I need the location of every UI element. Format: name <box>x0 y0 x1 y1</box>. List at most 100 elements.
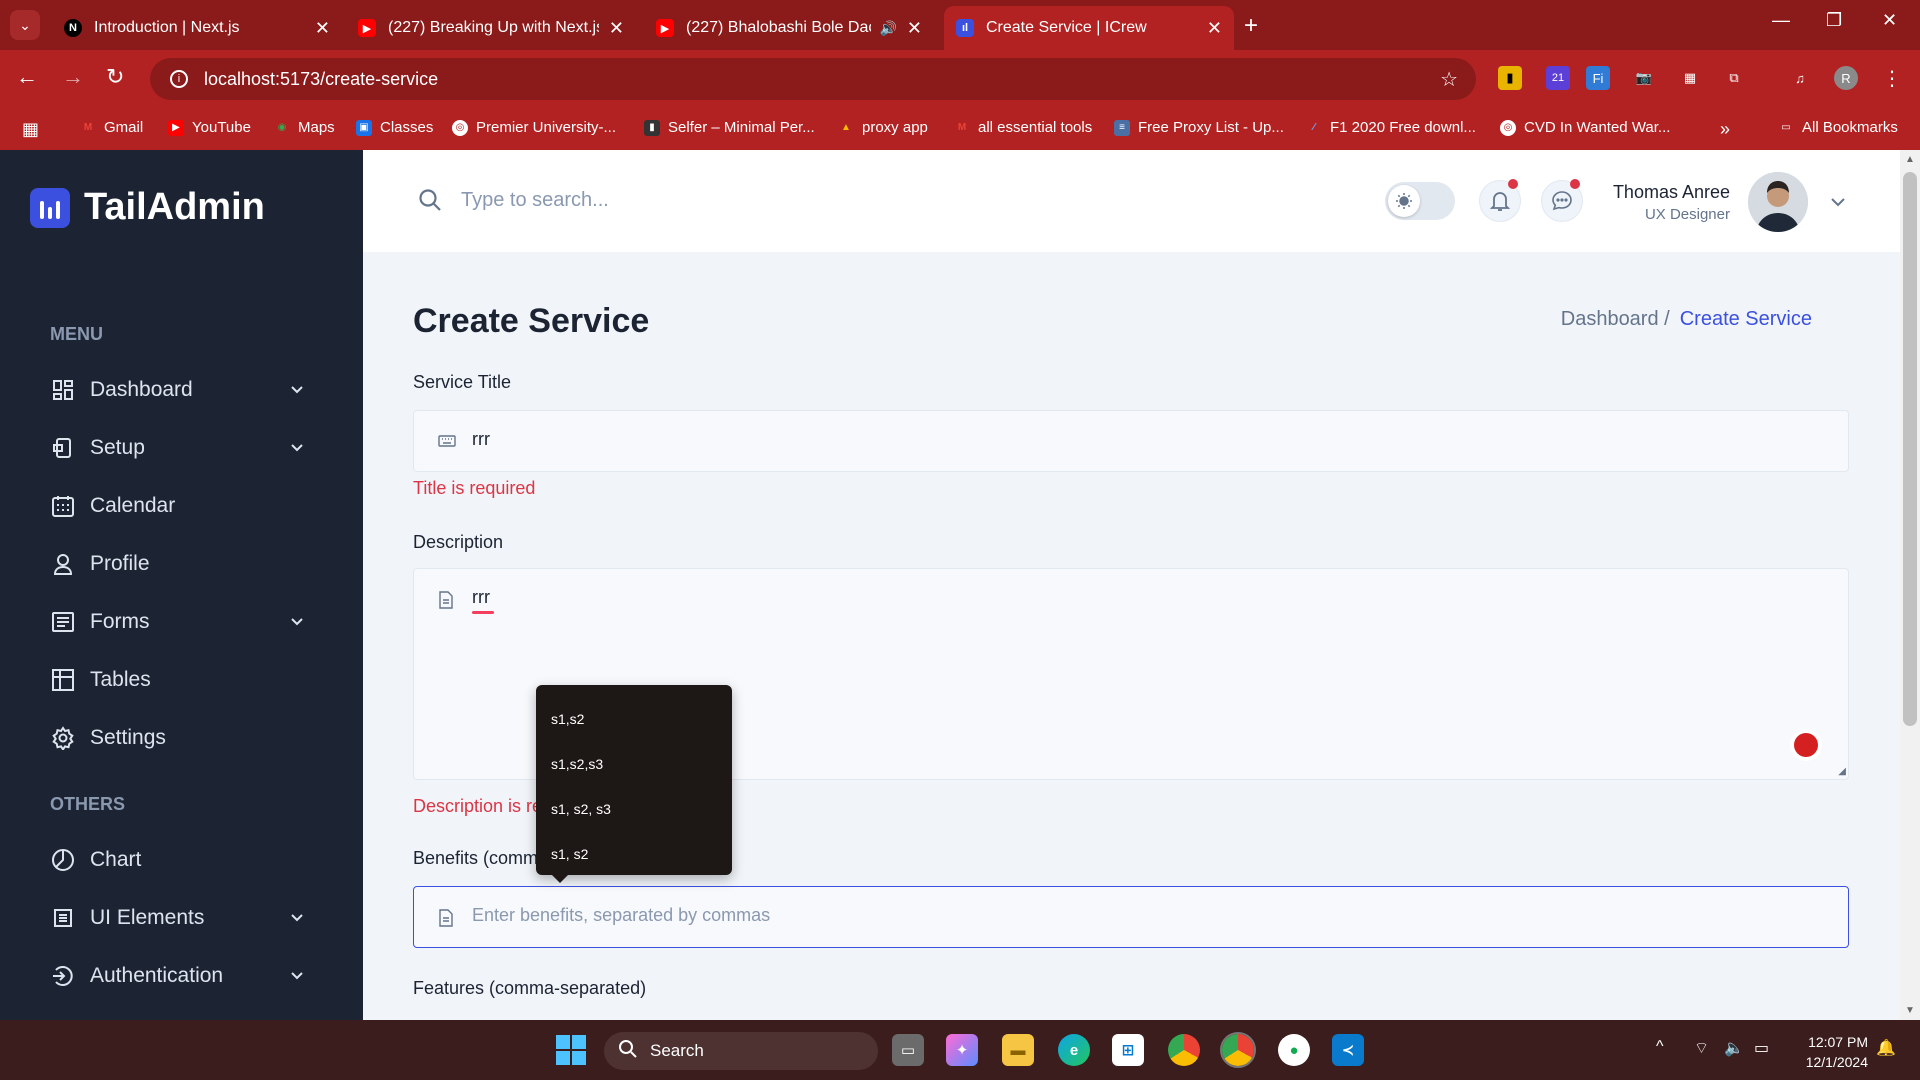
chevron-up-icon[interactable]: ^ <box>1656 1038 1664 1056</box>
youtube-favicon-icon: ▶ <box>358 19 376 37</box>
sidebar-item-tables[interactable]: Tables <box>50 660 314 700</box>
bookmark-youtube[interactable]: ▶ YouTube <box>168 119 251 136</box>
dark-mode-toggle[interactable] <box>1385 182 1455 220</box>
extension-2-icon[interactable]: 21 <box>1546 66 1570 90</box>
youtube-favicon-icon: ▶ <box>656 19 674 37</box>
breadcrumb-dashboard-link[interactable]: Dashboard / <box>1561 308 1670 330</box>
scroll-down-icon[interactable]: ▼ <box>1905 1005 1915 1016</box>
forward-icon[interactable]: → <box>62 64 84 90</box>
store-icon[interactable]: ⊞ <box>1112 1034 1144 1066</box>
sidebar-item-ui-elements[interactable]: UI Elements <box>50 898 314 938</box>
chrome-icon[interactable] <box>1168 1034 1200 1066</box>
chevron-down-icon <box>288 438 306 462</box>
taskbar-search[interactable]: Search <box>604 1032 878 1070</box>
edge-icon[interactable]: e <box>1058 1034 1090 1066</box>
all-bookmarks-button[interactable]: ▭ All Bookmarks <box>1778 119 1898 136</box>
tab-search-button[interactable]: ⌄ <box>10 10 40 40</box>
address-bar[interactable]: i localhost:5173/create-service ☆ <box>150 58 1476 100</box>
file-explorer-icon[interactable]: ▬ <box>1002 1034 1034 1066</box>
apps-grid-icon[interactable]: ▦ <box>22 119 39 140</box>
bookmark-selfer[interactable]: ▮ Selfer – Minimal Per... <box>644 119 815 136</box>
close-tab-icon[interactable]: ✕ <box>1207 18 1222 39</box>
extension-badge: 21 <box>1551 72 1565 84</box>
notification-bell-icon[interactable]: 🔔 <box>1876 1038 1896 1058</box>
volume-icon[interactable]: 🔈 <box>1724 1038 1744 1058</box>
extension-fi-icon[interactable]: Fi <box>1586 66 1610 90</box>
benefits-field[interactable] <box>413 886 1849 948</box>
scrollbar-thumb[interactable] <box>1903 172 1917 726</box>
speaker-icon[interactable]: 🔊 <box>879 20 896 37</box>
sidebar-item-calendar[interactable]: Calendar <box>50 486 314 526</box>
bookmark-classes[interactable]: ▣ Classes <box>356 119 433 136</box>
copilot-icon[interactable]: ✦ <box>946 1034 978 1066</box>
messages-button[interactable] <box>1541 179 1583 222</box>
qr-code-icon[interactable]: ▦ <box>1678 66 1702 90</box>
sidebar-item-forms[interactable]: Forms <box>50 602 314 642</box>
more-bookmarks-icon[interactable]: » <box>1720 119 1730 140</box>
sidebar-item-dashboard[interactable]: Dashboard <box>50 370 314 410</box>
user-name[interactable]: Thomas Anree <box>1613 182 1730 203</box>
user-avatar[interactable] <box>1748 172 1808 232</box>
site-info-icon[interactable]: i <box>170 70 188 88</box>
close-tab-icon[interactable]: ✕ <box>315 18 330 39</box>
bookmark-tools[interactable]: Mall essential tools <box>954 119 1092 136</box>
service-title-field[interactable]: rrr <box>413 410 1849 472</box>
extensions-puzzle-icon[interactable]: ⧉ <box>1722 66 1746 90</box>
search-input[interactable] <box>461 180 881 220</box>
extension-1-icon[interactable]: ▮ <box>1498 66 1522 90</box>
autocomplete-option[interactable]: s1,s2 <box>536 696 732 741</box>
profile-avatar-icon[interactable]: R <box>1834 66 1858 90</box>
task-view-icon[interactable]: ▭ <box>892 1034 924 1066</box>
sidebar-item-profile[interactable]: Profile <box>50 544 314 584</box>
close-window-icon[interactable]: ✕ <box>1882 10 1897 31</box>
mongodb-icon[interactable]: ● <box>1278 1034 1310 1066</box>
autocomplete-option[interactable]: s1,s2,s3 <box>536 741 732 786</box>
camera-icon[interactable]: 📷 <box>1632 66 1656 90</box>
browser-tab-3[interactable]: ▶ (227) Bhalobashi Bole Dao 🔊 ✕ <box>644 6 934 50</box>
browser-tab-2[interactable]: ▶ (227) Breaking Up with Next.js ✕ <box>346 6 636 50</box>
sidebar-item-settings[interactable]: Settings <box>50 718 314 758</box>
wifi-icon[interactable]: ⌔ <box>1694 1038 1709 1058</box>
autocomplete-option[interactable]: s1, s2, s3 <box>536 786 732 831</box>
restore-icon[interactable]: ❐ <box>1826 10 1842 31</box>
clock-time: 12:07 PM <box>1808 1034 1868 1050</box>
reload-icon[interactable]: ↻ <box>106 64 124 90</box>
page-scrollbar[interactable]: ▲ ▼ <box>1900 150 1920 1020</box>
gmail-icon: M <box>83 122 93 133</box>
browser-tab-active[interactable]: ıl Create Service | ICrew ✕ <box>944 6 1234 50</box>
new-tab-button[interactable]: + <box>1244 12 1258 40</box>
bookmark-cvd[interactable]: ◎ CVD In Wanted War... <box>1500 119 1670 136</box>
browser-menu-icon[interactable]: ⋮ <box>1880 66 1904 90</box>
close-tab-icon[interactable]: ✕ <box>907 18 922 39</box>
sidebar-item-setup[interactable]: Setup <box>50 428 314 468</box>
bookmark-proxy[interactable]: ▲ proxy app <box>838 119 928 136</box>
minimize-icon[interactable]: — <box>1772 10 1790 31</box>
back-icon[interactable]: ← <box>16 64 38 90</box>
bookmark-premier[interactable]: ◎ Premier University-... <box>452 119 616 136</box>
browser-tab-1[interactable]: N Introduction | Next.js ✕ <box>52 6 342 50</box>
autocomplete-option[interactable]: s1, s2 <box>536 831 732 876</box>
table-icon <box>50 667 76 693</box>
chrome-active-icon[interactable] <box>1220 1032 1256 1068</box>
bookmark-star-icon[interactable]: ☆ <box>1440 67 1458 92</box>
resize-handle-icon[interactable]: ◢ <box>1838 766 1846 777</box>
vscode-icon[interactable]: ≺ <box>1332 1034 1364 1066</box>
chevron-down-icon[interactable] <box>1828 192 1848 217</box>
bookmark-maps[interactable]: ◉ Maps <box>274 119 335 136</box>
bookmark-proxy-list[interactable]: ≡ Free Proxy List - Up... <box>1114 119 1284 136</box>
windows-start-icon[interactable] <box>556 1035 586 1065</box>
bookmark-f1[interactable]: ⁄ F1 2020 Free downl... <box>1306 119 1476 136</box>
scroll-up-icon[interactable]: ▲ <box>1905 154 1915 165</box>
battery-icon[interactable]: ▭ <box>1754 1038 1769 1058</box>
sidebar-item-authentication[interactable]: Authentication <box>50 956 314 996</box>
bookmark-gmail[interactable]: M Gmail <box>80 119 143 136</box>
benefits-input[interactable] <box>472 905 1772 926</box>
notifications-button[interactable] <box>1479 179 1521 222</box>
search-icon[interactable] <box>418 188 442 217</box>
brand-logo[interactable]: TailAdmin <box>30 186 265 229</box>
sidebar-item-chart[interactable]: Chart <box>50 840 314 880</box>
grammarly-icon[interactable] <box>1790 729 1822 761</box>
clock[interactable]: 12:07 PM 12/1/2024 <box>1806 1032 1868 1072</box>
close-tab-icon[interactable]: ✕ <box>609 18 624 39</box>
media-controls-icon[interactable]: ♫ <box>1788 66 1812 90</box>
